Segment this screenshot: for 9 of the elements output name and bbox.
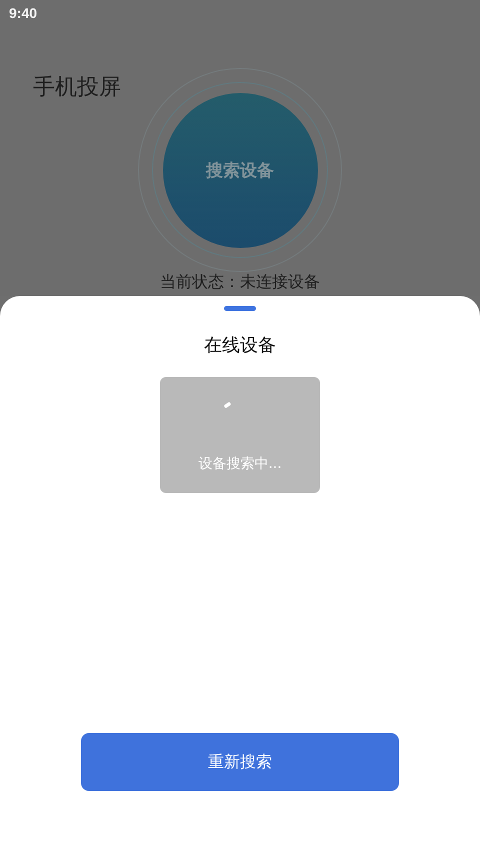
drag-handle[interactable] — [224, 306, 256, 311]
page-title: 手机投屏 — [33, 74, 121, 102]
connection-status: 当前状态：未连接设备 — [159, 272, 321, 293]
search-device-button[interactable]: 搜索设备 — [162, 92, 318, 248]
status-time: 9:40 — [9, 5, 38, 21]
sheet-title: 在线设备 — [204, 334, 276, 357]
spinner-icon — [223, 401, 233, 409]
loading-text: 设备搜索中... — [198, 455, 282, 473]
search-again-button[interactable]: 重新搜索 — [81, 733, 399, 791]
